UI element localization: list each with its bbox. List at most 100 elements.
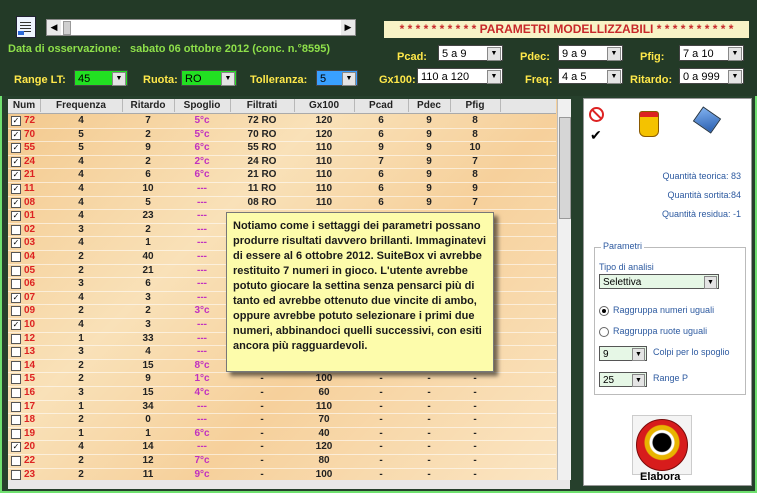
table-row[interactable]: ✓ 21 4 6 6°c 21 RO 110 6 9 8 [8,168,556,183]
date-scrollbar[interactable]: ◀ ▶ [46,19,356,36]
table-horizontal-scrollbar[interactable] [8,480,570,489]
ruota-select[interactable]: RO ▼ [181,70,237,86]
row-checkbox[interactable] [11,374,21,385]
cell-pcad: 6 [378,128,384,140]
qt-residua: Quantità residua: -1 [661,209,741,219]
row-num: 06 [24,278,36,290]
row-checkbox[interactable]: ✓ [11,320,21,330]
col-spoglio[interactable]: Spoglio [174,99,231,112]
row-checkbox[interactable]: ✓ [11,170,21,181]
chevron-down-icon[interactable]: ▼ [704,276,717,289]
eraser-icon[interactable] [692,106,722,134]
row-checkbox[interactable] [11,224,21,235]
gx100-select[interactable]: 110 a 120 ▼ [417,68,503,84]
row-checkbox[interactable] [11,347,21,358]
chevron-down-icon[interactable]: ▼ [728,47,742,61]
pfig-select[interactable]: 7 a 10 ▼ [679,45,744,61]
table-row[interactable]: ✓ 24 4 2 2°c 24 RO 110 7 9 7 [8,155,556,170]
col-pcad[interactable]: Pcad [354,99,409,112]
row-checkbox[interactable] [11,415,21,426]
table-row[interactable]: 17 1 34 --- -110- - - [8,400,556,415]
no-icon[interactable] [589,107,604,122]
tolleranza-select[interactable]: 5 ▼ [316,70,358,86]
elabora-label[interactable]: Elabora [640,471,680,483]
bucket-icon[interactable] [639,111,659,137]
row-checkbox[interactable] [11,252,21,262]
row-checkbox[interactable] [11,388,21,398]
chevron-down-icon[interactable]: ▼ [632,348,645,361]
table-row[interactable]: ✓ 55 5 9 6°c 55 RO 110 9 9 10 [8,141,556,156]
chevron-down-icon[interactable]: ▼ [112,72,126,86]
check-icon[interactable]: ✔ [590,127,602,144]
row-checkbox[interactable] [11,469,21,480]
range-p-select[interactable]: 25 ▼ [599,372,647,387]
table-row[interactable]: 16 3 15 4°c - 60 - - - [8,386,556,401]
table-vertical-scrollbar[interactable] [557,99,571,480]
col-gx100[interactable]: Gx100 [294,99,355,112]
freq-select[interactable]: 4 a 5 ▼ [558,68,623,84]
row-checkbox[interactable] [11,333,21,344]
scroll-thumb[interactable] [63,21,71,35]
row-checkbox[interactable] [11,265,21,276]
radio-raggruppa-numeri[interactable] [599,306,609,316]
pdec-select[interactable]: 9 a 9 ▼ [558,45,623,61]
row-checkbox[interactable]: ✓ [11,197,21,208]
table-row[interactable]: 23 2 11 9°c - 100 - - - [8,468,556,480]
chevron-down-icon[interactable]: ▼ [487,70,501,84]
row-checkbox[interactable] [11,401,21,412]
row-checkbox[interactable] [11,279,21,290]
row-checkbox[interactable] [11,428,21,439]
row-checkbox[interactable]: ✓ [11,184,21,194]
row-checkbox[interactable]: ✓ [11,442,21,453]
document-icon[interactable] [16,16,36,38]
power-button-icon[interactable] [636,419,688,471]
row-num: 05 [24,264,36,276]
row-checkbox[interactable]: ✓ [11,238,21,249]
cell-pcad: - [379,427,383,439]
scroll-left-button[interactable]: ◀ [47,20,61,35]
row-checkbox[interactable]: ✓ [11,292,21,303]
table-row[interactable]: 15 2 9 1°c - 100 - - - [8,372,556,387]
table-row[interactable]: 19 1 1 6°c - 40 - - - [8,427,556,442]
row-checkbox[interactable] [11,360,21,371]
col-pfig[interactable]: Pfig [450,99,501,112]
row-checkbox[interactable]: ✓ [11,156,21,167]
row-checkbox[interactable]: ✓ [11,129,21,140]
cell-pcad: - [379,468,383,480]
row-checkbox[interactable] [11,306,21,317]
table-row[interactable]: ✓ 11 4 10 --- 11 RO 110 6 9 9 [8,182,556,197]
table-row[interactable]: ✓ 08 4 5 --- 08 RO 110 6 9 7 [8,196,556,211]
chevron-down-icon[interactable]: ▼ [342,72,356,86]
col-num[interactable]: Num [8,99,41,112]
cell-freq: 4 [78,319,84,330]
col-frequenza[interactable]: Frequenza [40,99,123,112]
chevron-down-icon[interactable]: ▼ [487,47,501,61]
chevron-down-icon[interactable]: ▼ [607,70,621,84]
table-scroll-thumb[interactable] [559,117,571,219]
cell-freq: 2 [78,468,84,480]
row-checkbox[interactable]: ✓ [11,211,21,222]
range-lt-select[interactable]: 45 ▼ [74,70,128,86]
col-filtrati[interactable]: Filtrati [230,99,295,112]
table-row[interactable]: ✓ 72 4 7 5°c 72 RO 120 6 9 8 [8,114,556,129]
radio-raggruppa-ruote[interactable] [599,327,609,337]
chevron-down-icon[interactable]: ▼ [221,72,235,86]
colpi-select[interactable]: 9 ▼ [599,346,647,361]
scroll-right-button[interactable]: ▶ [341,20,355,35]
chevron-down-icon[interactable]: ▼ [728,70,742,84]
row-checkbox[interactable]: ✓ [11,143,21,154]
chevron-down-icon[interactable]: ▼ [632,374,645,387]
table-row[interactable]: ✓ 70 5 2 5°c 70 RO 120 6 9 8 [8,128,556,143]
tipo-analisi-select[interactable]: Selettiva ▼ [599,274,719,289]
row-checkbox[interactable] [11,456,21,466]
pcad-select[interactable]: 5 a 9 ▼ [438,45,503,61]
col-pdec[interactable]: Pdec [408,99,451,112]
cell-freq: 4 [78,183,84,194]
chevron-down-icon[interactable]: ▼ [607,47,621,61]
row-checkbox[interactable]: ✓ [11,116,21,126]
col-ritardo[interactable]: Ritardo [122,99,175,112]
table-row[interactable]: ✓ 20 4 14 --- -120- - - [8,440,556,455]
ritardo-select[interactable]: 0 a 999 ▼ [679,68,744,84]
table-row[interactable]: 18 2 0 --- -70- - - [8,413,556,428]
table-row[interactable]: 22 2 12 7°c -80- - - [8,454,556,469]
